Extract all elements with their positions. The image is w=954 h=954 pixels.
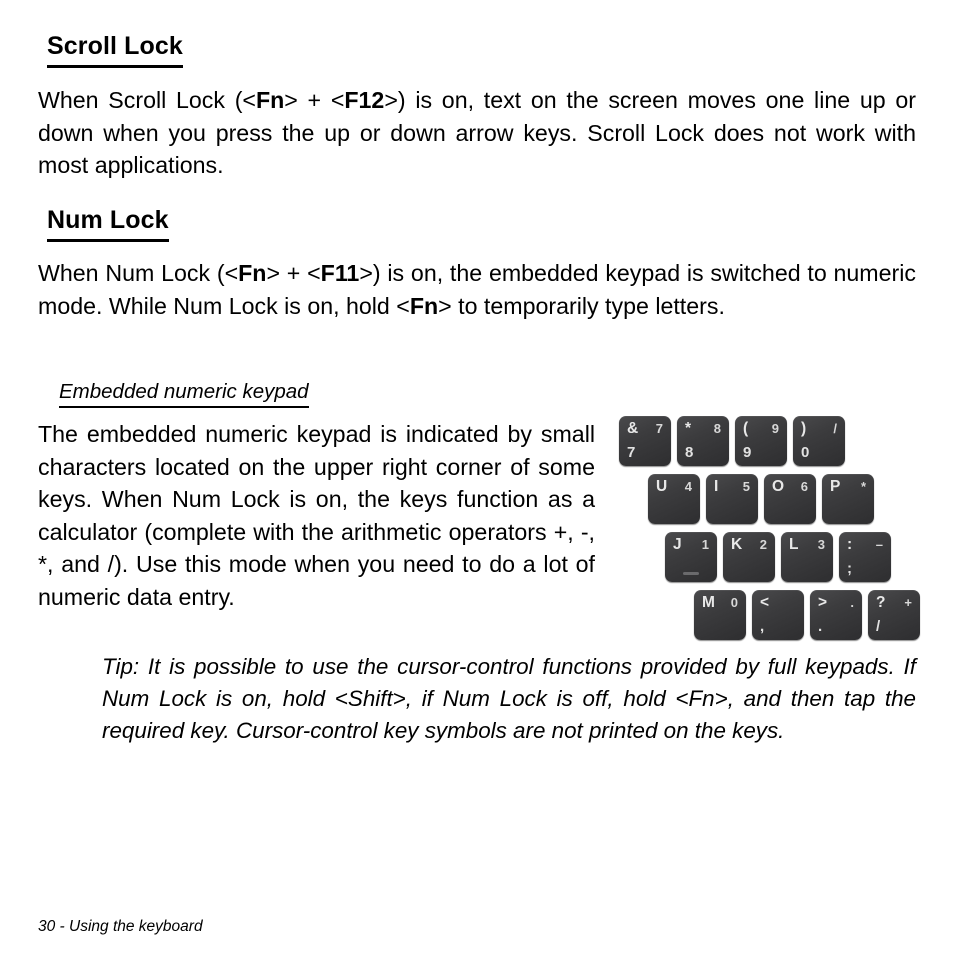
key-alt-legend: 5: [742, 479, 750, 494]
keypad-key-u: U4: [648, 474, 700, 524]
keypad-key-k03: ) / 0: [793, 416, 845, 466]
keypad-key-l: L3: [781, 532, 833, 582]
key-fn-label: Fn: [409, 292, 439, 319]
key-main-legend: *: [685, 420, 692, 437]
key-alt-legend: 6: [800, 479, 808, 494]
key-main-legend: O: [772, 478, 785, 495]
key-tactile-bump: [683, 572, 699, 575]
key-main-legend: L: [789, 536, 799, 553]
text-run: When Scroll Lock (<: [38, 87, 256, 113]
key-fn-label: Fn: [255, 87, 285, 113]
key-sub-legend: /: [876, 618, 881, 635]
key-alt-legend: 0: [730, 595, 738, 610]
keypad-key-p: P *: [822, 474, 874, 524]
document-page: Scroll Lock When Scroll Lock (<Fn> + <F1…: [0, 0, 954, 954]
key-alt-legend: 9: [771, 421, 779, 436]
key-alt-legend: /: [833, 421, 837, 436]
keypad-key-k00: & 7 7: [619, 416, 671, 466]
keypad-key-k02: (9 9: [735, 416, 787, 466]
keypad-key-o: O6: [764, 474, 816, 524]
heading-num-lock: Num Lock: [47, 206, 169, 242]
key-main-legend: M: [702, 594, 715, 611]
keypad-key-k: K2: [723, 532, 775, 582]
key-main-legend: ?: [876, 594, 886, 611]
key-sub-legend: ,: [760, 618, 765, 635]
key-main-legend: K: [731, 536, 743, 553]
keypad-row: U 4 I 5 O 6 P *: [648, 474, 874, 524]
paragraph-embedded-keypad: The embedded numeric keypad is indicated…: [38, 421, 595, 610]
paragraph-num-lock: When Num Lock (<Fn> + <F11>) is on, the …: [38, 257, 916, 322]
key-alt-legend: 4: [684, 479, 692, 494]
key-main-legend: J: [673, 536, 682, 553]
keypad-key-m: M0: [694, 590, 746, 640]
keypad-key-j: J1: [665, 532, 717, 582]
keypad-key-k23: : –;: [839, 532, 891, 582]
key-alt-legend: 3: [817, 537, 825, 552]
keypad-key-k33: ? + /: [868, 590, 920, 640]
key-sub-legend: 0: [801, 444, 810, 461]
key-main-legend: &: [627, 420, 639, 437]
heading-scroll-lock: Scroll Lock: [47, 32, 183, 68]
embedded-keypad-figure: & 7 7 * 8 8(9 9)/0 U 4 I 5 O 6 P * J 1 K 2 L 3: –; M 0 <, >..? + /: [619, 416, 920, 644]
text-run: > to temporarily type letters.: [438, 292, 725, 319]
key-alt-legend: –: [875, 537, 883, 552]
keypad-key-i: I5: [706, 474, 758, 524]
key-main-legend: >: [818, 594, 828, 611]
key-alt-legend: 2: [759, 537, 767, 552]
key-main-legend: I: [714, 478, 719, 495]
keypad-key-k01: * 8 8: [677, 416, 729, 466]
key-f12-label: F12: [344, 87, 385, 113]
key-alt-legend: *: [860, 479, 866, 494]
paragraph-scroll-lock: When Scroll Lock (<Fn> + <F12>) is on, t…: [38, 84, 916, 182]
key-fn-label: Fn: [238, 260, 267, 286]
key-f11-label: F11: [320, 260, 360, 286]
key-main-legend: U: [656, 478, 668, 495]
key-main-legend: (: [743, 420, 749, 437]
key-alt-legend: .: [850, 595, 854, 610]
text-run: When Num Lock (<: [38, 260, 239, 286]
key-alt-legend: 8: [713, 421, 721, 436]
key-main-legend: <: [760, 594, 770, 611]
key-alt-legend: 1: [701, 537, 709, 552]
heading-embedded-numeric-keypad: Embedded numeric keypad: [59, 380, 309, 408]
key-alt-legend: 7: [655, 421, 663, 436]
page-footer: 30 - Using the keyboard: [38, 918, 203, 935]
keypad-row: J 1 K 2 L 3: –;: [665, 532, 891, 582]
key-sub-legend: ;: [847, 560, 852, 577]
key-sub-legend: .: [818, 618, 823, 635]
key-sub-legend: 9: [743, 444, 752, 461]
keypad-key-k32: >..: [810, 590, 862, 640]
key-sub-legend: 8: [685, 444, 694, 461]
keypad-row: & 7 7 * 8 8 (9 9) / 0: [619, 416, 845, 466]
key-main-legend: P: [830, 478, 841, 495]
text-run: > + <: [284, 87, 345, 113]
key-alt-legend: +: [904, 595, 912, 610]
keypad-row: M 0 <, >..? + /: [694, 590, 920, 640]
key-main-legend: ): [801, 420, 807, 437]
key-sub-legend: 7: [627, 444, 636, 461]
text-run: > + <: [266, 260, 321, 286]
key-main-legend: :: [847, 536, 853, 553]
keypad-key-k31: <,: [752, 590, 804, 640]
tip-note: Tip: It is possible to use the cursor-co…: [102, 654, 916, 743]
